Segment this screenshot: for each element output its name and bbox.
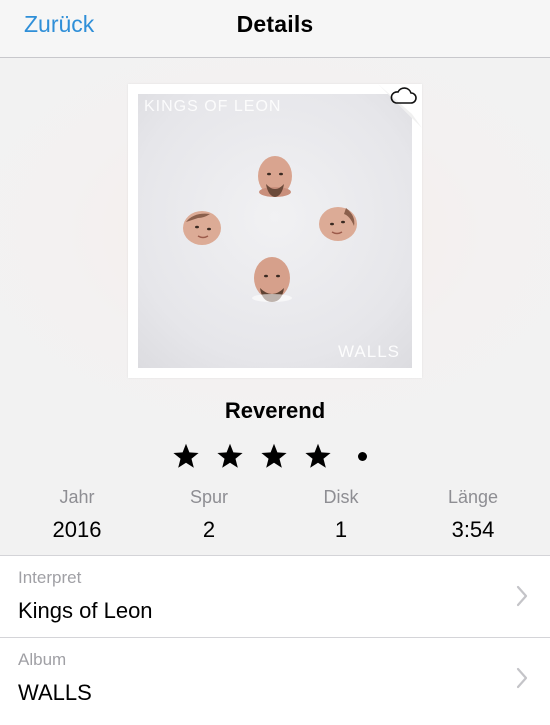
star-icon[interactable] [172,442,200,470]
meta-length: Länge 3:54 [418,487,528,543]
meta-value: 1 [334,517,348,542]
meta-disc: Disk 1 [286,487,396,543]
row-label: Album [18,650,67,669]
face-image [183,211,221,245]
meta-track: Spur 2 [154,487,264,543]
album-cover-image: KINGS OF LEON WALLS [138,94,412,368]
cover-album-text: WALLS [337,342,400,361]
chevron-right-icon [516,667,528,689]
page-title: Details [236,11,314,37]
row-label: Interpret [18,568,82,587]
cover-band-text: KINGS OF LEON [144,98,282,115]
meta-label: Jahr [59,487,95,507]
face-image [319,207,357,241]
star-icon[interactable] [304,442,332,470]
star-icon[interactable] [260,442,288,470]
meta-year: Jahr 2016 [22,487,132,543]
row-value: WALLS [18,680,92,705]
meta-label: Länge [447,487,499,507]
meta-value: 2016 [52,517,102,542]
face-image [252,257,292,302]
star-rating[interactable] [0,440,550,476]
empty-rating-dot[interactable] [358,452,367,461]
chevron-right-icon [516,585,528,607]
face-image [258,156,292,197]
meta-value: 2 [202,517,216,542]
nav-bar: Zurück Details [0,0,550,58]
meta-label: Disk [323,487,359,507]
star-icon[interactable] [216,442,244,470]
meta-value: 3:54 [451,517,495,542]
album-row[interactable]: Album WALLS [0,637,550,725]
row-value: Kings of Leon [18,598,153,623]
artist-row[interactable]: Interpret Kings of Leon [0,555,550,637]
cloud-icon[interactable] [389,86,417,106]
meta-label: Spur [189,487,229,507]
track-title: Reverend [224,398,326,423]
